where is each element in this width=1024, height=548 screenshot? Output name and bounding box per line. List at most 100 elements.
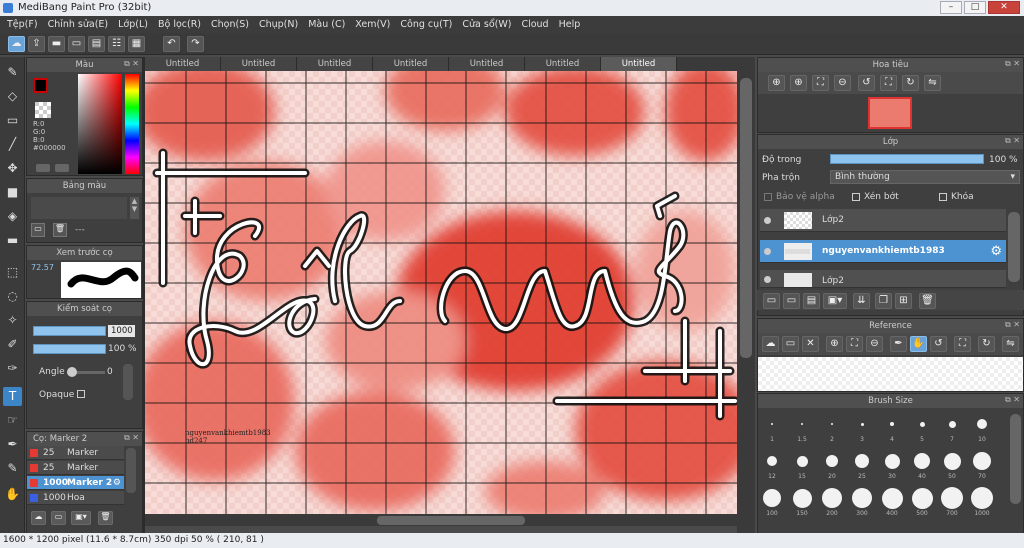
brush-size-scroll[interactable] — [1010, 414, 1021, 504]
move-tool-icon[interactable]: ✥ — [3, 159, 22, 178]
brush-list-item[interactable]: 25 Marker — [27, 446, 124, 460]
menu-item[interactable]: Màu (C) — [303, 19, 350, 30]
brush-size-preset[interactable] — [881, 487, 903, 509]
brush-size-value[interactable]: 1000 — [108, 325, 135, 337]
brush-size-preset[interactable] — [852, 488, 872, 508]
duplicate-icon[interactable]: ❐ — [875, 293, 892, 309]
rotate-left-icon[interactable]: ↺ — [930, 336, 947, 352]
brush-size-preset[interactable] — [971, 487, 993, 509]
zoom-out-icon[interactable]: ⊖ — [834, 75, 851, 91]
cloud-icon[interactable]: ☁ — [762, 336, 779, 352]
reference-canvas[interactable] — [758, 357, 1023, 391]
new-brush-icon[interactable]: ▭ — [51, 511, 66, 525]
add-layer-menu-icon[interactable]: ▣▾ — [823, 293, 847, 309]
color-picker-square[interactable] — [78, 74, 122, 174]
palette-scroll[interactable]: ▲ ▼ — [130, 197, 139, 219]
menu-item[interactable]: Cloud — [516, 19, 553, 30]
brush-size-slider[interactable] — [33, 326, 106, 336]
menu-item[interactable]: Xem(V) — [350, 19, 395, 30]
open-folder-icon[interactable]: ▭ — [782, 336, 799, 352]
tab-untitled[interactable]: Untitled — [449, 57, 525, 72]
undo-icon[interactable]: ↶ — [163, 36, 180, 52]
brush-size-preset[interactable] — [914, 453, 930, 469]
brush-size-preset[interactable] — [792, 488, 812, 508]
menu-item[interactable]: Chọn(S) — [206, 19, 254, 30]
add-brush-icon[interactable]: ▣▾ — [71, 511, 91, 525]
brush-control-scroll[interactable] — [123, 364, 133, 400]
select-tool-icon[interactable]: ⬚ — [3, 263, 22, 282]
blend-select[interactable]: Bình thường ▾ — [830, 170, 1020, 184]
delete-palette-icon[interactable]: 🗑 — [53, 223, 67, 237]
line-tool-icon[interactable]: ╱ — [3, 135, 22, 154]
brush-size-float-icon[interactable]: ⧉ ✕ — [1005, 395, 1020, 405]
fullscreen-icon[interactable]: ⛶ — [880, 75, 897, 91]
protect-alpha-checkbox[interactable] — [764, 193, 772, 201]
zoom-in-icon[interactable]: ⊕ — [768, 75, 785, 91]
lasso-tool-icon[interactable]: ◌ — [3, 287, 22, 306]
tab-untitled[interactable]: Untitled — [601, 57, 677, 72]
horizontal-scrollbar[interactable] — [377, 516, 525, 525]
text-tool-icon[interactable]: T — [3, 387, 22, 406]
zoom-in-icon[interactable]: ⊕ — [826, 336, 843, 352]
merge-down-icon[interactable]: ⇊ — [853, 293, 870, 309]
rotate-right-icon[interactable]: ↻ — [902, 75, 919, 91]
brush-list-item[interactable]: 25 Marker — [27, 461, 124, 475]
gear-icon[interactable]: ⚙ — [990, 244, 1002, 259]
minimize-button[interactable]: – — [940, 1, 962, 14]
menu-item[interactable]: Lớp(L) — [113, 19, 153, 30]
magic-wand-icon[interactable]: ✧ — [3, 311, 22, 330]
brush-size-preset[interactable] — [919, 421, 925, 427]
cloud-brush-icon[interactable]: ☁ — [31, 511, 46, 525]
menu-item[interactable]: Cửa sổ(W) — [457, 19, 516, 30]
tab-untitled[interactable]: Untitled — [297, 57, 373, 72]
page-icon[interactable]: ▭ — [68, 36, 85, 52]
close-icon[interactable]: ✕ — [802, 336, 819, 352]
brush-size-preset[interactable] — [890, 422, 894, 426]
grid-icon[interactable]: ▦ — [128, 36, 145, 52]
tab-untitled[interactable]: Untitled — [221, 57, 297, 72]
foreground-color[interactable] — [33, 78, 48, 93]
menu-item[interactable]: Help — [554, 19, 586, 30]
menu-item[interactable]: Tệp(F) — [2, 19, 43, 30]
menu-item[interactable]: Chụp(N) — [254, 19, 303, 30]
delete-brush-icon[interactable]: 🗑 — [98, 511, 113, 525]
document-icon[interactable]: ▤ — [88, 36, 105, 52]
brush-list-item[interactable]: 1000 Marker 2 ⚙ — [27, 476, 124, 490]
rectangle-tool-icon[interactable]: ▭ — [3, 111, 22, 130]
canvas[interactable]: nguyenvankhiemtb1983 bd247 — [145, 71, 737, 514]
menu-item[interactable]: Bộ lọc(R) — [153, 19, 206, 30]
add-palette-icon[interactable]: ▭ — [31, 223, 45, 237]
brush-tool-icon[interactable]: ✎ — [3, 63, 22, 82]
maximize-button[interactable]: □ — [964, 1, 986, 14]
flip-icon[interactable]: ⇋ — [1002, 336, 1019, 352]
brush-size-preset[interactable] — [831, 423, 833, 425]
rotate-left-icon[interactable]: ↺ — [858, 75, 875, 91]
eraser-tool-icon[interactable]: ◇ — [3, 87, 22, 106]
tab-untitled[interactable]: Untitled — [525, 57, 601, 72]
brush-size-preset[interactable] — [763, 489, 781, 507]
zoom-in-2-icon[interactable]: ⊕ — [790, 75, 807, 91]
hand-icon[interactable]: ✋ — [910, 336, 927, 352]
layer-settings-icon[interactable]: ⊞ — [895, 293, 912, 309]
redo-icon[interactable]: ↷ — [187, 36, 204, 52]
brush-size-preset[interactable] — [911, 487, 933, 509]
layer-scroll[interactable] — [1008, 212, 1020, 282]
menu-item[interactable]: Chỉnh sửa(E) — [43, 19, 114, 30]
copy-layer-icon[interactable]: ▤ — [803, 293, 820, 309]
upload-icon[interactable]: ⇪ — [28, 36, 45, 52]
angle-slider[interactable] — [67, 367, 105, 377]
layer-row-selected[interactable]: nguyenvankhiemtb1983 ⚙ — [760, 240, 1006, 263]
brush-size-preset[interactable] — [767, 456, 777, 466]
zoom-out-icon[interactable]: ⊖ — [866, 336, 883, 352]
brush-panel-float-icon[interactable]: ⧉ ✕ — [124, 433, 139, 443]
fullscreen-icon[interactable]: ⛶ — [954, 336, 971, 352]
gradient-tool-icon[interactable]: ▬ — [3, 231, 22, 250]
delete-layer-icon[interactable]: 🗑 — [919, 293, 936, 309]
hand-tool-icon[interactable]: ✋ — [3, 485, 22, 504]
operation-tool-icon[interactable]: ☞ — [3, 411, 22, 430]
brush-size-preset[interactable] — [855, 454, 869, 468]
clipping-checkbox[interactable] — [852, 193, 860, 201]
fit-icon[interactable]: ⛶ — [846, 336, 863, 352]
eye-icon[interactable] — [764, 248, 771, 255]
eyedropper-icon[interactable]: ✒ — [890, 336, 907, 352]
